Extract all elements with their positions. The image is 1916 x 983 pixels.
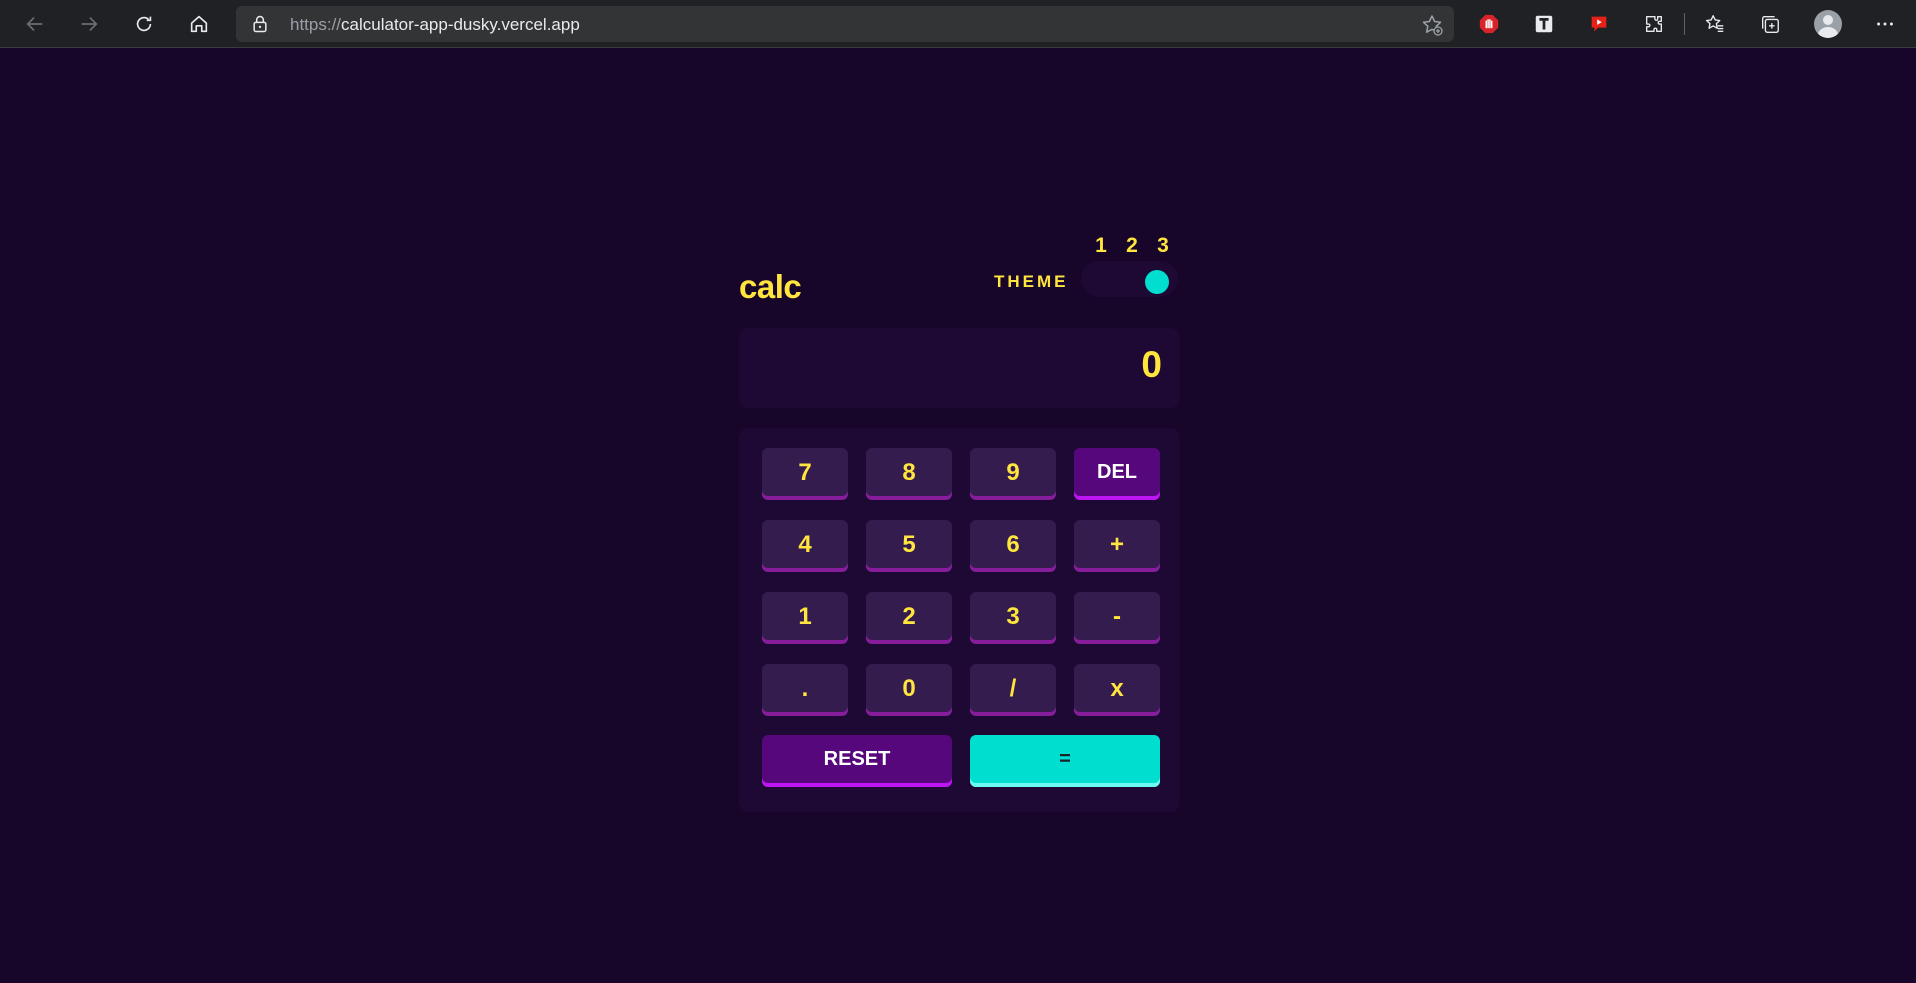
url-host: calculator-app-dusky.vercel.app [341, 15, 580, 34]
profile-avatar[interactable] [1814, 10, 1842, 38]
key-4[interactable]: 4 [762, 520, 848, 572]
key-decimal[interactable]: . [762, 664, 848, 716]
key-multiply[interactable]: x [1074, 664, 1160, 716]
puzzle-icon [1645, 15, 1663, 33]
avatar-body [1818, 27, 1838, 38]
key-7[interactable]: 7 [762, 448, 848, 500]
key-divide[interactable]: / [970, 664, 1056, 716]
calculator: calc THEME 1 2 3 0 7 8 9 DEL 4 5 6 + 1 2… [739, 232, 1180, 812]
extension-adblock-button[interactable] [1476, 11, 1502, 37]
app-logo: calc [739, 268, 802, 305]
reset-button[interactable]: RESET [762, 735, 952, 787]
keypad: 7 8 9 DEL 4 5 6 + 1 2 3 - . 0 / x RESET … [739, 428, 1180, 812]
browser-toolbar: https://calculator-app-dusky.vercel.app [0, 0, 1916, 48]
theme-toggle[interactable] [1081, 261, 1178, 297]
t-logo-icon [1535, 15, 1553, 33]
key-1[interactable]: 1 [762, 592, 848, 644]
display-value: 0 [1141, 344, 1162, 385]
address-bar[interactable]: https://calculator-app-dusky.vercel.app [236, 6, 1454, 42]
collections-button[interactable] [1757, 11, 1783, 37]
favorites-star-icon [1705, 15, 1724, 33]
extension-video-button[interactable] [1586, 11, 1612, 37]
calculator-display: 0 [739, 328, 1180, 408]
arrow-left-icon [26, 16, 43, 32]
theme-option-2[interactable]: 2 [1122, 234, 1142, 258]
key-3[interactable]: 3 [970, 592, 1056, 644]
theme-toggle-knob[interactable] [1145, 270, 1169, 294]
back-button[interactable] [19, 8, 51, 40]
theme-option-3[interactable]: 3 [1153, 234, 1173, 258]
key-plus[interactable]: + [1074, 520, 1160, 572]
url-protocol: https:// [290, 15, 342, 34]
home-button[interactable] [183, 8, 215, 40]
stop-hand-icon [1479, 14, 1499, 34]
key-9[interactable]: 9 [970, 448, 1056, 500]
collections-icon [1761, 15, 1779, 33]
favorite-add-icon[interactable] [1420, 13, 1444, 37]
theme-option-1[interactable]: 1 [1091, 234, 1111, 258]
key-minus[interactable]: - [1074, 592, 1160, 644]
toolbar-separator [1684, 13, 1685, 35]
favorites-button[interactable] [1702, 11, 1728, 37]
extensions-button[interactable] [1641, 11, 1667, 37]
key-2[interactable]: 2 [866, 592, 952, 644]
equals-button[interactable]: = [970, 735, 1160, 787]
extension-t-button[interactable] [1531, 11, 1557, 37]
lock-icon [253, 15, 267, 33]
refresh-button[interactable] [128, 8, 160, 40]
url-text: https://calculator-app-dusky.vercel.app [290, 15, 580, 35]
refresh-icon [136, 16, 152, 32]
delete-button[interactable]: DEL [1074, 448, 1160, 500]
theme-options: 1 2 3 [1091, 234, 1173, 258]
key-6[interactable]: 6 [970, 520, 1056, 572]
theme-label: THEME [994, 272, 1069, 291]
forward-button[interactable] [73, 8, 105, 40]
more-dots-icon [1877, 22, 1893, 26]
key-0[interactable]: 0 [866, 664, 952, 716]
home-icon [190, 15, 208, 33]
avatar-head [1823, 15, 1833, 25]
arrow-right-icon [81, 16, 98, 32]
youtube-icon [1591, 16, 1607, 32]
calculator-header: calc THEME 1 2 3 [739, 232, 1180, 328]
settings-menu-button[interactable] [1872, 11, 1898, 37]
key-5[interactable]: 5 [866, 520, 952, 572]
key-8[interactable]: 8 [866, 448, 952, 500]
